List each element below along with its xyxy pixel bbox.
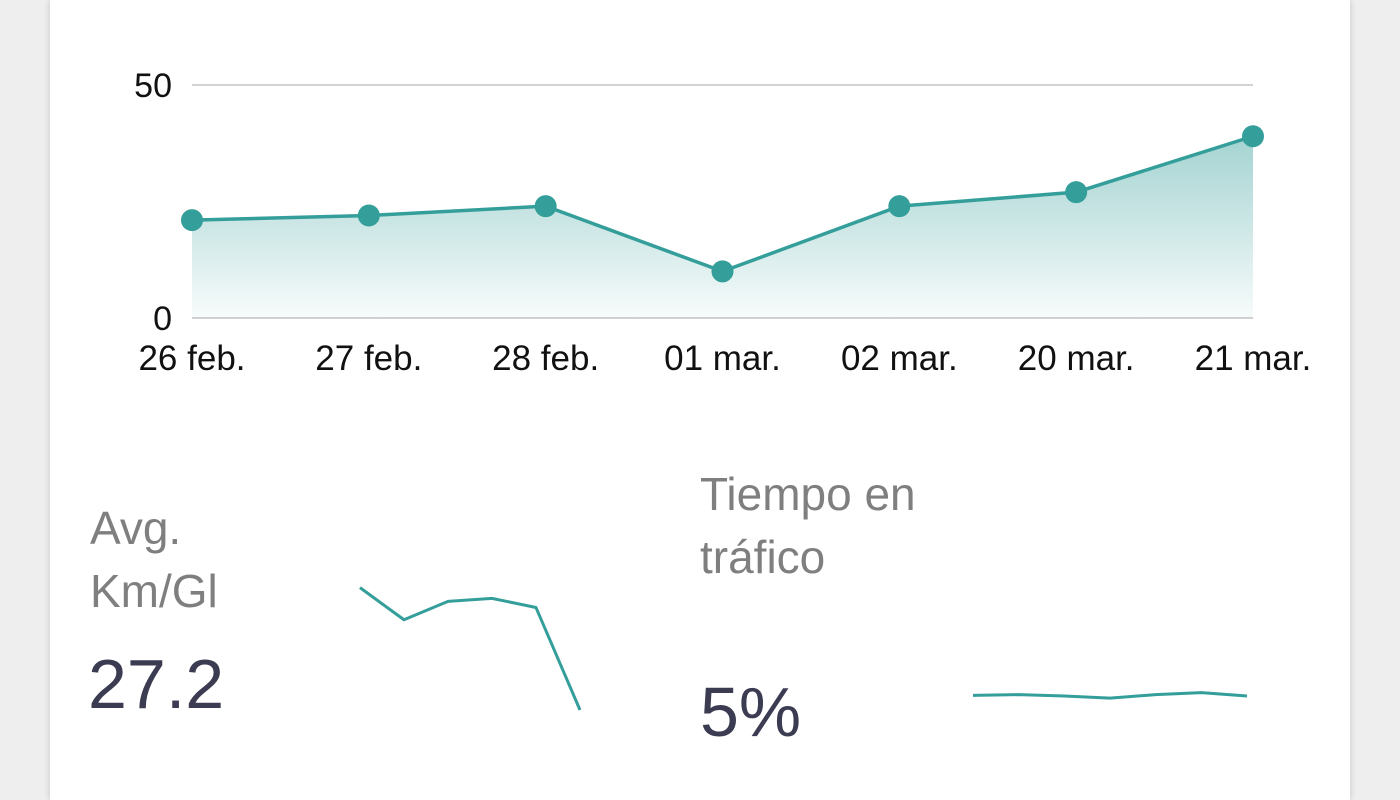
traffic-time-sparkline [972, 691, 1248, 700]
chart-x-ticks: 26 feb. 27 feb. 28 feb. 01 mar. 02 mar. 20 ma… [138, 339, 1311, 378]
chart-y-ticks: 0 50 [134, 67, 172, 338]
x-tick-label: 01 mar. [664, 339, 781, 378]
sparkline-path [359, 586, 582, 711]
x-tick-label: 21 mar. [1195, 339, 1312, 378]
x-tick-label: 27 feb. [315, 339, 422, 378]
stats-card: 0 50 26 feb. 27 feb. 28 feb. 01 mar. 02 mar. 2… [50, 0, 1350, 800]
data-point-0 [181, 209, 203, 232]
data-point-3 [711, 260, 734, 283]
x-tick-label: 26 feb. [138, 339, 245, 378]
y-tick-label: 50 [134, 67, 172, 105]
traffic-time-value: 5% [700, 673, 802, 751]
avg-km-gl-sparkline [359, 586, 582, 711]
data-point-6 [1242, 125, 1264, 148]
data-point-5 [1065, 181, 1088, 204]
y-tick-label: 0 [153, 300, 172, 338]
traffic-time-label: Tiempo en tráfico [700, 468, 916, 583]
avg-km-gl-value: 27.2 [88, 645, 225, 723]
data-point-4 [888, 195, 911, 218]
chart-area-fill [192, 136, 1253, 318]
data-point-2 [534, 195, 557, 218]
avg-km-gl-label: Avg. Km/Gl [90, 502, 218, 617]
trend-area-chart: 050 26 feb. 27 feb. 28 feb. 01 mar. 02 mar. 2… [134, 67, 1311, 378]
x-tick-label: 02 mar. [841, 339, 958, 378]
data-point-1 [357, 204, 380, 227]
x-tick-label: 20 mar. [1018, 339, 1135, 378]
area-fill [192, 136, 1253, 318]
x-tick-label: 28 feb. [492, 339, 599, 378]
sparkline-path [972, 691, 1248, 700]
